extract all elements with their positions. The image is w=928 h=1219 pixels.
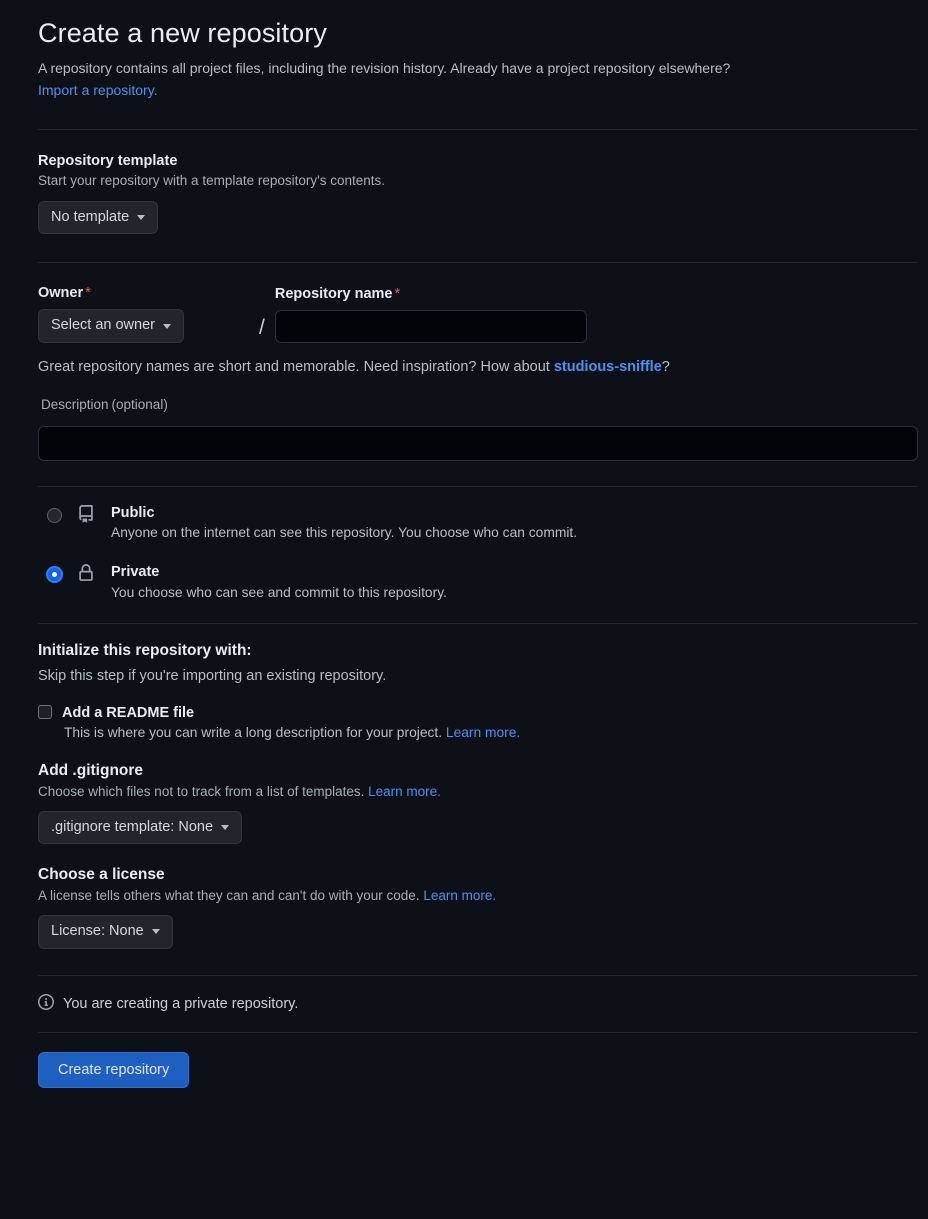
repository-name-label-text: Repository name bbox=[274, 285, 393, 302]
page-description-text: A repository contains all project files,… bbox=[38, 60, 731, 76]
chevron-down-icon bbox=[221, 825, 230, 831]
repository-template-description: Start your repository with a template re… bbox=[38, 173, 385, 188]
readme-description-text: This is where you can write a long descr… bbox=[64, 724, 446, 740]
private-option-name: Private bbox=[111, 564, 160, 581]
gitignore-description: Choose which files not to track from a l… bbox=[38, 784, 928, 799]
page-description: A repository contains all project files,… bbox=[38, 58, 918, 101]
license-learn-more-link[interactable]: Learn more. bbox=[423, 888, 496, 903]
page-title: Create a new repository bbox=[38, 18, 327, 48]
private-option-text: Private You choose who can see and commi… bbox=[111, 563, 447, 600]
public-option-text: Public Anyone on the internet can see th… bbox=[111, 504, 577, 541]
visibility-notice-text: You are creating a private repository. bbox=[63, 995, 299, 1012]
description-input[interactable] bbox=[38, 425, 918, 461]
create-repository-button[interactable]: Create repository bbox=[38, 1051, 190, 1088]
repository-name-hint-suffix: ? bbox=[661, 358, 670, 375]
gitignore-template-dropdown-label: .gitignore template: None bbox=[51, 818, 214, 835]
public-radio[interactable] bbox=[47, 507, 62, 523]
import-repository-link[interactable]: Import a repository. bbox=[38, 80, 918, 101]
chevron-down-icon bbox=[137, 215, 146, 221]
chevron-down-icon bbox=[151, 929, 160, 935]
license-heading: Choose a license bbox=[38, 866, 165, 884]
description-label: Description (optional) bbox=[38, 397, 928, 413]
owner-repo-row: Owner * Select an owner / Repository name… bbox=[38, 285, 928, 343]
readme-checkbox-row[interactable]: Add a README file bbox=[38, 704, 928, 722]
license-dropdown[interactable]: License: None bbox=[38, 915, 173, 949]
initialize-heading: Initialize this repository with: bbox=[38, 641, 252, 659]
repository-name-field: Repository name * bbox=[274, 286, 587, 343]
readme-learn-more-link[interactable]: Learn more. bbox=[446, 725, 520, 740]
private-radio[interactable] bbox=[47, 567, 62, 583]
gitignore-heading: Add .gitignore bbox=[38, 761, 144, 779]
repository-name-required-asterisk: * bbox=[394, 285, 401, 302]
owner-dropdown[interactable]: Select an owner bbox=[38, 309, 184, 343]
owner-required-asterisk: * bbox=[85, 285, 91, 302]
suggested-name-link[interactable]: studious-sniffle bbox=[554, 359, 662, 375]
repository-name-hint: Great repository names are short and mem… bbox=[38, 359, 928, 375]
public-option-name: Public bbox=[111, 504, 155, 521]
license-dropdown-label: License: None bbox=[51, 923, 144, 940]
owner-label-text: Owner bbox=[38, 285, 84, 302]
chevron-down-icon bbox=[162, 323, 171, 329]
license-description: A license tells others what they can and… bbox=[38, 888, 928, 903]
initialize-subheading: Skip this step if you're importing an ex… bbox=[38, 667, 387, 684]
private-option-description: You choose who can see and commit to thi… bbox=[111, 584, 447, 600]
public-option-description: Anyone on the internet can see this repo… bbox=[111, 525, 578, 541]
create-repository-page: Create a new repository A repository con… bbox=[0, 0, 928, 1088]
gitignore-description-text: Choose which files not to track from a l… bbox=[38, 783, 369, 799]
visibility-option-private[interactable]: Private You choose who can see and commi… bbox=[38, 563, 928, 600]
description-label-text: Description bbox=[41, 396, 109, 412]
gitignore-template-dropdown[interactable]: .gitignore template: None bbox=[38, 810, 243, 845]
owner-repo-separator: / bbox=[259, 315, 265, 339]
repository-template-dropdown[interactable]: No template bbox=[38, 201, 159, 235]
owner-field: Owner * Select an owner bbox=[38, 285, 249, 343]
readme-checkbox[interactable] bbox=[38, 704, 52, 719]
gitignore-learn-more-link[interactable]: Learn more. bbox=[368, 784, 441, 799]
readme-description: This is where you can write a long descr… bbox=[64, 725, 928, 740]
info-icon bbox=[38, 993, 54, 1014]
visibility-notice: You are creating a private repository. bbox=[38, 993, 928, 1014]
repository-name-hint-prefix: Great repository names are short and mem… bbox=[38, 358, 554, 375]
readme-label: Add a README file bbox=[62, 704, 195, 721]
visibility-option-public[interactable]: Public Anyone on the internet can see th… bbox=[38, 504, 928, 541]
repository-template-dropdown-label: No template bbox=[51, 209, 130, 225]
license-description-text: A license tells others what they can and… bbox=[38, 888, 424, 904]
description-optional-text: (optional) bbox=[111, 396, 168, 412]
lock-icon bbox=[77, 564, 99, 587]
owner-dropdown-label: Select an owner bbox=[51, 317, 155, 334]
owner-label: Owner * bbox=[38, 285, 249, 301]
repository-name-input[interactable] bbox=[274, 309, 587, 343]
repository-template-section: Repository template Start your repositor… bbox=[38, 153, 918, 235]
repository-template-heading: Repository template bbox=[38, 153, 178, 169]
repo-icon bbox=[77, 504, 99, 528]
repository-name-label: Repository name * bbox=[275, 286, 587, 302]
